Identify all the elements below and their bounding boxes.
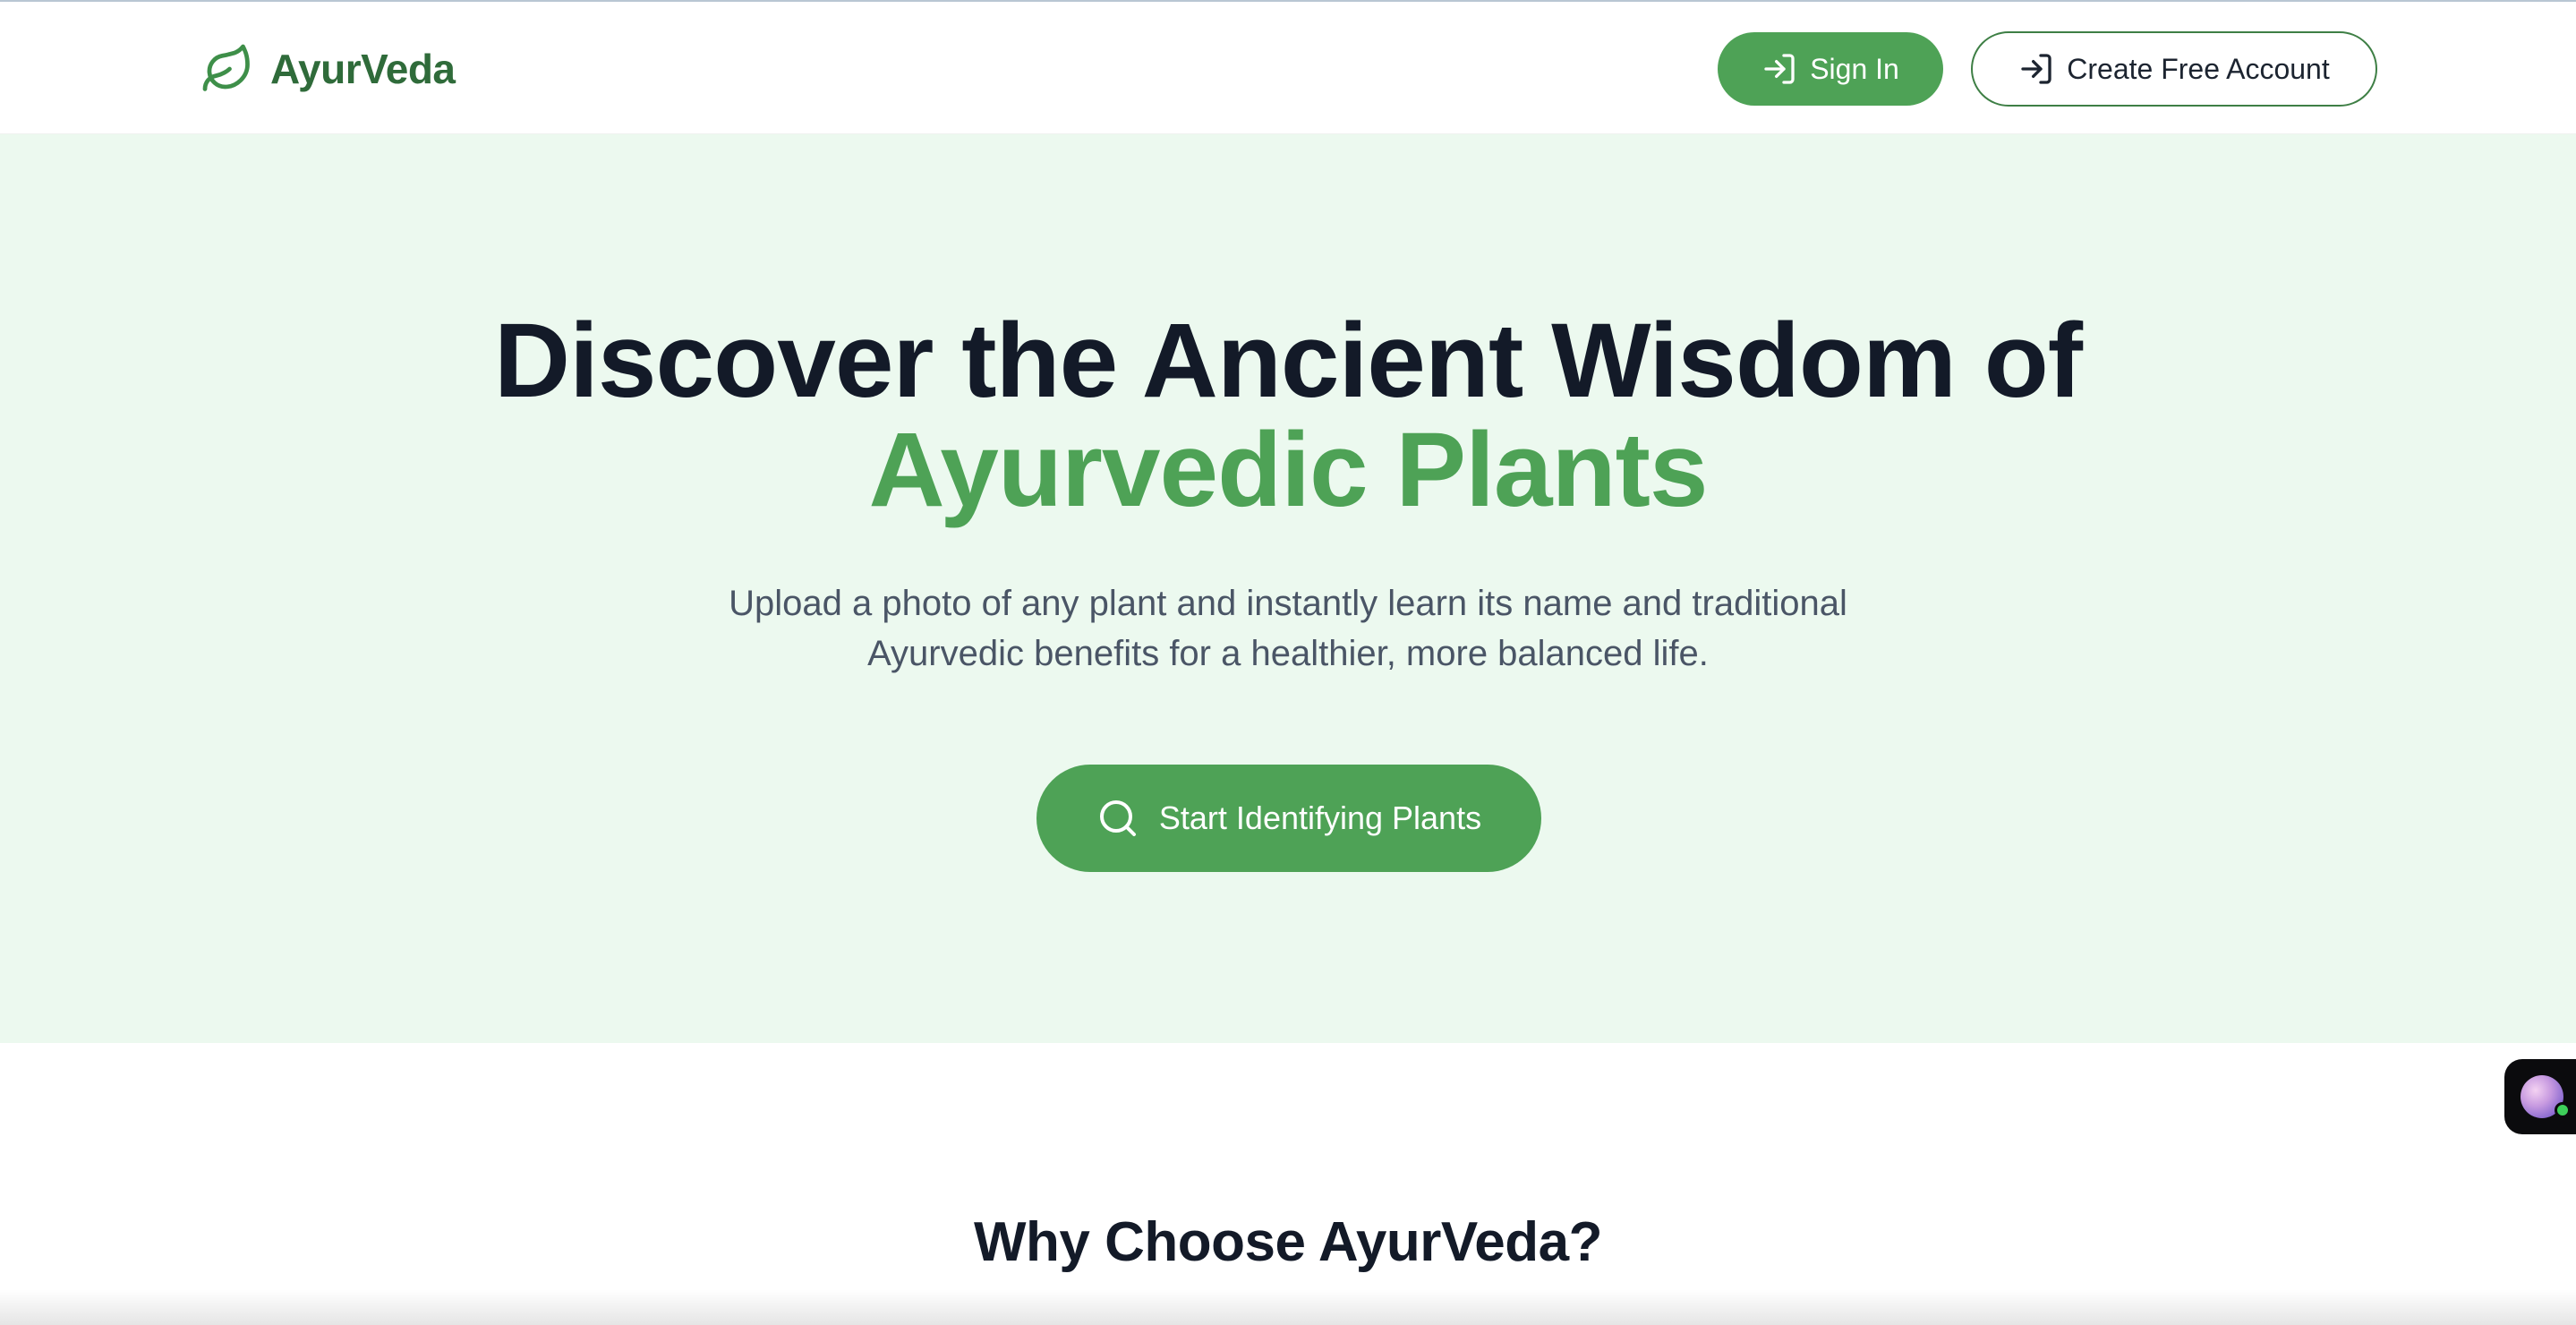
sign-in-label: Sign In bbox=[1810, 52, 1899, 85]
hero-title-line-1: Discover the Ancient Wisdom of bbox=[493, 302, 2083, 420]
search-icon bbox=[1099, 800, 1136, 836]
create-account-label: Create Free Account bbox=[2067, 52, 2330, 85]
start-identifying-label: Start Identifying Plants bbox=[1158, 799, 1482, 836]
sign-in-button[interactable]: Sign In bbox=[1718, 32, 1943, 106]
hero-subtitle: Upload a photo of any plant and instantl… bbox=[661, 578, 1915, 679]
bottom-shadow bbox=[0, 1289, 2576, 1325]
hero-title-highlight: Ayurvedic Plants bbox=[868, 411, 1708, 529]
assistant-widget-button[interactable] bbox=[2504, 1059, 2576, 1134]
log-in-icon bbox=[2021, 54, 2051, 84]
start-identifying-button[interactable]: Start Identifying Plants bbox=[1036, 765, 1541, 872]
page: AyurVeda Sign In Create Free Account Dis… bbox=[0, 0, 2576, 1325]
brand-logo-link[interactable]: AyurVeda bbox=[200, 39, 456, 98]
leaf-icon bbox=[202, 44, 250, 91]
features-heading: Why Choose AyurVeda? bbox=[974, 1211, 1602, 1273]
site-header: AyurVeda Sign In Create Free Account bbox=[0, 2, 2576, 134]
online-status-dot bbox=[2555, 1102, 2571, 1118]
hero-subtitle-line-2: Ayurvedic benefits for a healthier, more… bbox=[867, 634, 1709, 673]
hero-subtitle-line-1: Upload a photo of any plant and instantl… bbox=[729, 584, 1847, 623]
create-account-button[interactable]: Create Free Account bbox=[1971, 31, 2377, 107]
hero-title: Discover the Ancient Wisdom of Ayurvedic… bbox=[0, 306, 2576, 525]
brand-name: AyurVeda bbox=[270, 46, 456, 92]
log-in-icon bbox=[1764, 54, 1795, 84]
hero-section: Discover the Ancient Wisdom of Ayurvedic… bbox=[0, 134, 2576, 1043]
